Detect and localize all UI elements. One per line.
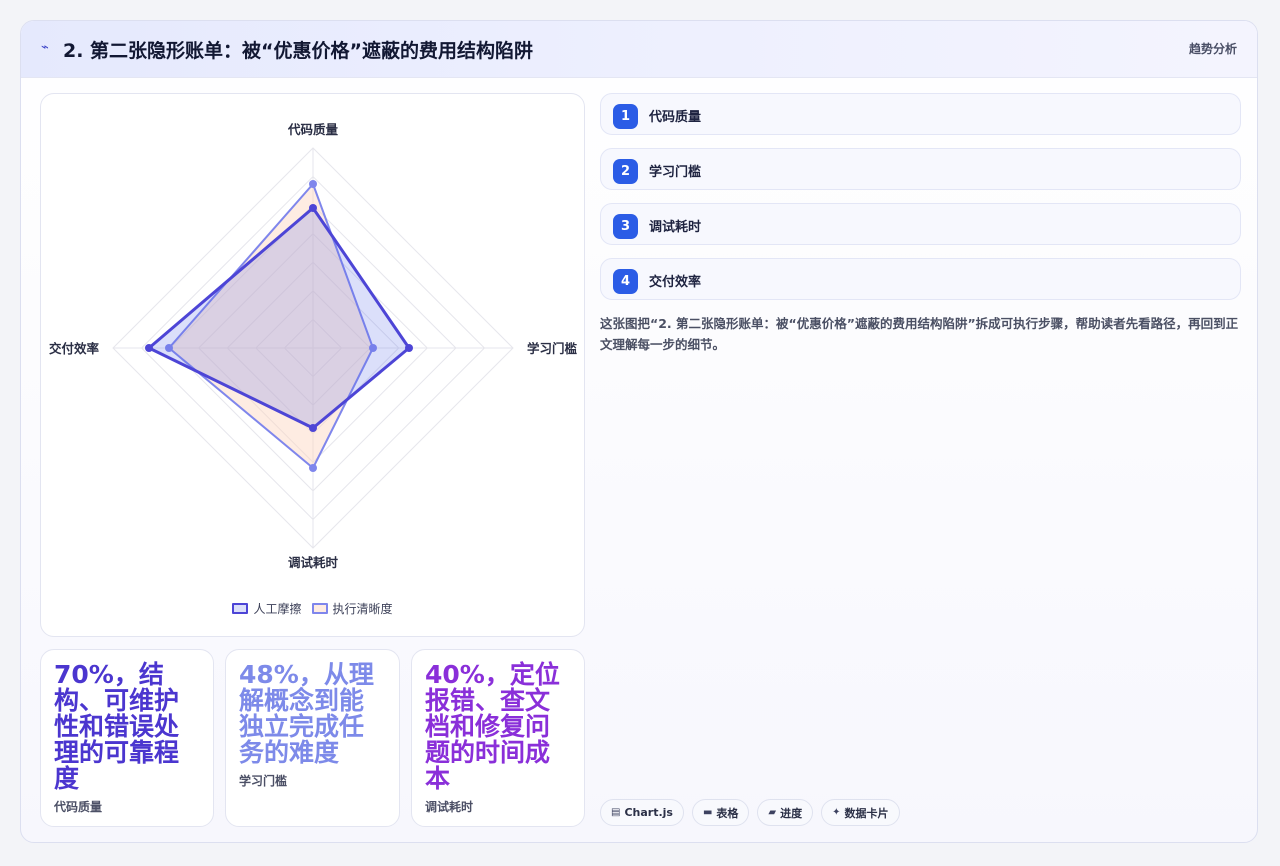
chip-progress[interactable]: ▰ 进度 bbox=[757, 799, 814, 826]
step-list: 1 代码质量 2 学习门槛 3 调试耗时 4 交付效率 bbox=[600, 93, 1241, 313]
chart-legend: 人工摩擦 执行清晰度 bbox=[41, 600, 584, 617]
radar-chart-panel: 代码质量学习门槛调试耗时 交付效率 人工摩擦 执行清晰度 bbox=[40, 93, 585, 637]
step-label: 学习门槛 bbox=[649, 165, 702, 180]
radar-axis-label: 调试耗时 bbox=[288, 555, 339, 570]
legend-label: 人工摩擦 bbox=[253, 602, 302, 616]
chip-data-card[interactable]: ✦ 数据卡片 bbox=[821, 799, 900, 826]
page-title: 2. 第二张隐形账单：被“优惠价格”遮蔽的费用结构陷阱 bbox=[63, 40, 534, 62]
radar-data-point bbox=[309, 424, 317, 432]
radar-data-point bbox=[309, 464, 317, 472]
step-number-badge: 3 bbox=[613, 214, 638, 239]
chart-description: 这张图把“2. 第二张隐形账单：被“优惠价格”遮蔽的费用结构陷阱”拆成可执行步骤… bbox=[600, 316, 1239, 352]
chip-label: 表格 bbox=[716, 806, 739, 820]
trend-line-icon: ⌁ bbox=[41, 40, 49, 55]
stat-card-code-quality: 70%，结构、可维护性和错误处理的可靠程度 代码质量 bbox=[40, 649, 214, 827]
chip-label: 进度 bbox=[780, 806, 803, 820]
stat-label: 调试耗时 bbox=[425, 800, 474, 814]
legend-swatch bbox=[311, 603, 328, 614]
stat-value: 70%，结构、可维护性和错误处理的可靠程度 bbox=[54, 660, 180, 793]
chip-table[interactable]: ▬ 表格 bbox=[691, 799, 750, 826]
radar-data-point bbox=[309, 204, 317, 212]
chip-label: 数据卡片 bbox=[844, 806, 889, 820]
radar-axis-label: 学习门槛 bbox=[527, 341, 578, 356]
legend-item-series-2[interactable]: 执行清晰度 bbox=[311, 600, 393, 617]
radar-data-point bbox=[145, 344, 153, 352]
legend-item-series-1[interactable]: 人工摩擦 bbox=[232, 600, 302, 617]
table-icon: ▬ bbox=[702, 807, 713, 818]
radar-data-point bbox=[405, 344, 413, 352]
progress-icon: ▰ bbox=[768, 807, 777, 818]
sparkle-icon: ✦ bbox=[832, 807, 841, 818]
step-number-badge: 2 bbox=[613, 159, 638, 184]
step-label: 交付效率 bbox=[649, 275, 702, 290]
article-card: ⌁ 2. 第二张隐形账单：被“优惠价格”遮蔽的费用结构陷阱 趋势分析 代码质量学… bbox=[20, 20, 1258, 843]
section-tag: 趋势分析 bbox=[1188, 42, 1237, 56]
step-item[interactable]: 4 交付效率 bbox=[600, 258, 1241, 300]
legend-label: 执行清晰度 bbox=[332, 602, 393, 616]
step-label: 调试耗时 bbox=[649, 220, 702, 235]
step-number-badge: 1 bbox=[613, 104, 638, 129]
radar-data-point bbox=[309, 180, 317, 188]
radar-axis-label: 代码质量 bbox=[287, 122, 339, 137]
step-number-badge: 4 bbox=[613, 269, 638, 294]
stat-value: 48%，从理解概念到能独立完成任务的难度 bbox=[239, 660, 374, 767]
chip-label: Chart.js bbox=[624, 806, 673, 819]
stat-value: 40%，定位报错、查文档和修复问题的时间成本 bbox=[425, 660, 560, 793]
radar-chart: 代码质量学习门槛调试耗时 交付效率 bbox=[49, 122, 578, 570]
stat-label: 学习门槛 bbox=[239, 774, 288, 788]
stat-card-debug-time: 40%，定位报错、查文档和修复问题的时间成本 调试耗时 bbox=[411, 649, 585, 827]
step-item[interactable]: 2 学习门槛 bbox=[600, 148, 1241, 190]
radar-axis-label: 交付效率 bbox=[49, 341, 100, 356]
card-header: ⌁ 2. 第二张隐形账单：被“优惠价格”遮蔽的费用结构陷阱 趋势分析 bbox=[21, 21, 1257, 78]
step-label: 代码质量 bbox=[649, 110, 702, 125]
step-item[interactable]: 1 代码质量 bbox=[600, 93, 1241, 135]
chart-icon: ▤ bbox=[611, 807, 621, 818]
chip-chartjs[interactable]: ▤ Chart.js bbox=[600, 799, 684, 826]
legend-swatch bbox=[232, 603, 249, 614]
step-item[interactable]: 3 调试耗时 bbox=[600, 203, 1241, 245]
stat-label: 代码质量 bbox=[54, 800, 103, 814]
tool-chip-row: ▤ Chart.js ▬ 表格 ▰ 进度 ✦ 数据卡片 bbox=[600, 799, 900, 826]
stat-card-learning-curve: 48%，从理解概念到能独立完成任务的难度 学习门槛 bbox=[225, 649, 400, 827]
